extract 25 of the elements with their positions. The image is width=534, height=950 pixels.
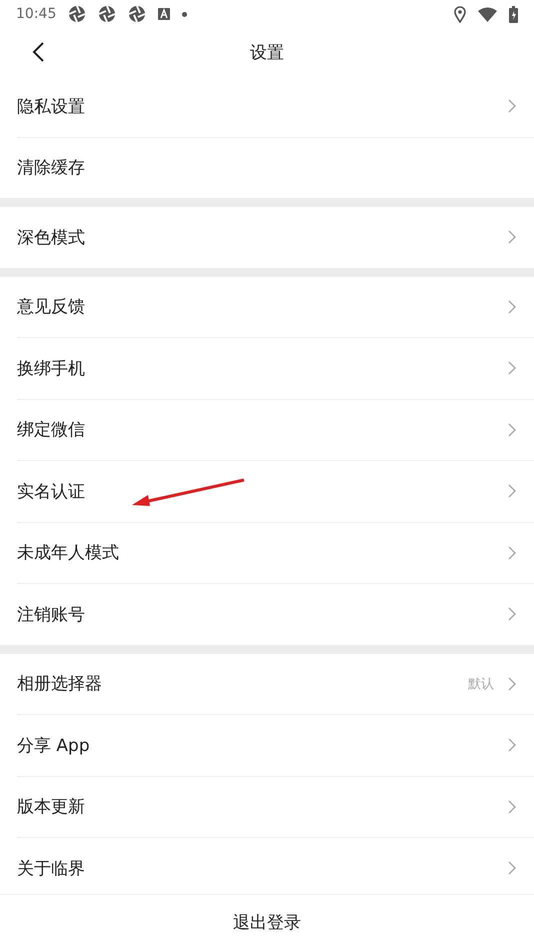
row-label[interactable]: 绑定微信 bbox=[17, 418, 85, 442]
row-label[interactable]: 相册选择器 bbox=[17, 672, 102, 696]
row-label[interactable]: 深色模式 bbox=[17, 226, 85, 249]
back-icon[interactable] bbox=[32, 42, 44, 62]
row-label[interactable]: 注销账号 bbox=[17, 602, 85, 626]
page-title: 设置 bbox=[250, 42, 284, 64]
location-icon bbox=[454, 6, 466, 22]
row-label[interactable]: 换绑手机 bbox=[17, 356, 85, 380]
battery-icon bbox=[509, 6, 518, 22]
row-label[interactable]: 版本更新 bbox=[17, 795, 85, 818]
aperture-icon bbox=[68, 5, 86, 23]
row-label[interactable]: 隐私设置 bbox=[17, 94, 85, 118]
row-label[interactable]: 意见反馈 bbox=[17, 295, 85, 318]
status-time: 10:45 bbox=[16, 6, 56, 22]
dot-icon bbox=[182, 12, 188, 16]
aperture-icon bbox=[128, 5, 146, 23]
row-label[interactable]: 分享 App bbox=[17, 734, 90, 757]
row-label[interactable]: 实名认证 bbox=[17, 480, 85, 503]
row-label[interactable]: 清除缓存 bbox=[17, 156, 85, 180]
row-label[interactable]: 关于临界 bbox=[17, 856, 85, 880]
row-label[interactable]: 未成年人模式 bbox=[17, 541, 119, 564]
keyboard-icon bbox=[158, 8, 170, 20]
row-value: 默认 bbox=[468, 676, 494, 693]
wifi-icon bbox=[478, 6, 497, 22]
aperture-icon bbox=[98, 5, 116, 23]
